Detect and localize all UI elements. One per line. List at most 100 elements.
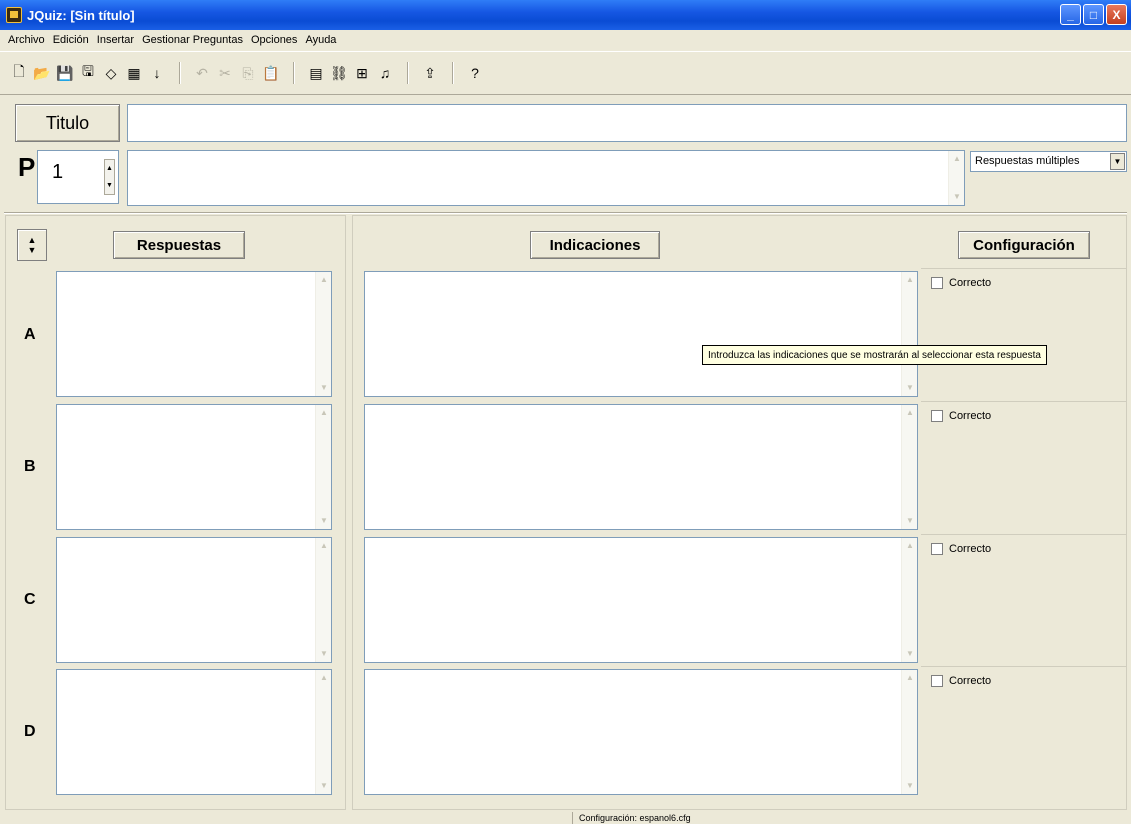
answer-field-a[interactable]: ▲ ▼ xyxy=(56,271,332,397)
menu-bar: Archivo Edición Insertar Gestionar Pregu… xyxy=(0,30,1131,50)
scroll-down-icon[interactable]: ▼ xyxy=(318,515,330,527)
jquiz-app-icon[interactable] xyxy=(6,7,22,23)
answer-scrollbar-d[interactable]: ▲ ▼ xyxy=(315,670,331,794)
new-file-icon[interactable]: 🗋 xyxy=(8,62,30,84)
eraser-icon[interactable]: ◇ xyxy=(100,62,122,84)
menu-edicion[interactable]: Edición xyxy=(49,34,93,46)
feedback-scrollbar-b[interactable]: ▲ ▼ xyxy=(901,405,917,529)
titulo-button[interactable]: Titulo xyxy=(15,104,120,142)
correct-label-d: Correcto xyxy=(949,675,992,687)
scroll-up-icon[interactable]: ▲ xyxy=(904,672,916,684)
cut-icon: ✂ xyxy=(219,64,231,81)
correct-checkbox-c[interactable]: Correcto xyxy=(931,543,991,555)
answer-field-b[interactable]: ▲ ▼ xyxy=(56,404,332,530)
checkbox-icon[interactable] xyxy=(931,675,943,687)
menu-insertar[interactable]: Insertar xyxy=(93,34,138,46)
scroll-down-icon[interactable]: ▼ xyxy=(318,780,330,792)
correct-checkbox-b[interactable]: Correcto xyxy=(931,410,991,422)
feedback-scrollbar-d[interactable]: ▲ ▼ xyxy=(901,670,917,794)
feedback-field-c[interactable]: ▲ ▼ xyxy=(364,537,918,663)
settings-cell-a: Correcto xyxy=(921,268,1127,400)
spin-down-icon[interactable]: ▼ xyxy=(106,182,113,189)
scroll-up-icon[interactable]: ▲ xyxy=(904,540,916,552)
paste-icon: 📋 xyxy=(262,64,280,81)
answer-letter-d: D xyxy=(24,723,36,740)
status-bar: Configuración: espanol6.cfg xyxy=(0,812,1131,824)
scroll-up-icon[interactable]: ▲ xyxy=(318,672,330,684)
copy-icon: ⎘ xyxy=(242,64,254,81)
down-arrow-icon[interactable]: ↓ xyxy=(146,62,168,84)
insert-media-icon[interactable]: ♫ xyxy=(374,62,396,84)
save-as-icon[interactable]: 🖫 xyxy=(77,62,99,84)
feedback-scrollbar-a[interactable]: ▲ ▼ xyxy=(901,272,917,396)
reorder-button[interactable]: ▲ ▼ xyxy=(17,229,47,261)
export-icon[interactable]: ⇪ xyxy=(419,62,441,84)
settings-cell-d: Correcto xyxy=(921,666,1127,798)
spin-up-icon[interactable]: ▲ xyxy=(106,165,113,172)
correct-label-b: Correcto xyxy=(949,410,992,422)
feedback-field-a[interactable]: ▲ ▼ xyxy=(364,271,918,397)
title-bar[interactable]: JQuiz: [Sin título] _ □ X xyxy=(0,0,1131,30)
insert-picture-icon[interactable]: ▤ xyxy=(305,62,327,84)
scroll-down-icon[interactable]: ▼ xyxy=(904,515,916,527)
feedback-header-button[interactable]: Indicaciones xyxy=(530,231,660,259)
scroll-up-icon[interactable]: ▲ xyxy=(318,274,330,286)
question-number-spinner[interactable]: 1 ▲ ▼ xyxy=(37,150,119,204)
menu-gestionar-preguntas[interactable]: Gestionar Preguntas xyxy=(138,34,247,46)
title-input[interactable] xyxy=(127,104,1127,142)
question-text-area[interactable]: ▲ ▼ xyxy=(127,150,965,206)
maximize-button[interactable]: □ xyxy=(1083,4,1104,25)
question-number: 1 xyxy=(52,161,64,183)
checkbox-icon[interactable] xyxy=(931,543,943,555)
answers-header-button[interactable]: Respuestas xyxy=(113,231,245,259)
scroll-down-icon[interactable]: ▼ xyxy=(318,648,330,660)
menu-opciones[interactable]: Opciones xyxy=(247,34,301,46)
checkbox-icon[interactable] xyxy=(931,410,943,422)
scroll-down-icon[interactable]: ▼ xyxy=(904,648,916,660)
help-icon[interactable]: ? xyxy=(464,62,486,84)
question-label: P xyxy=(18,152,36,182)
settings-header-button[interactable]: Configuración xyxy=(958,231,1090,259)
feedback-field-d[interactable]: ▲ ▼ xyxy=(364,669,918,795)
menu-ayuda[interactable]: Ayuda xyxy=(301,34,340,46)
undo-icon: ↶ xyxy=(196,64,208,81)
correct-checkbox-a[interactable]: Correcto xyxy=(931,277,991,289)
spinner-buttons[interactable]: ▲ ▼ xyxy=(104,159,115,195)
open-folder-icon[interactable]: 📂 xyxy=(31,62,53,84)
scroll-up-icon[interactable]: ▲ xyxy=(951,153,963,165)
scroll-up-icon[interactable]: ▲ xyxy=(318,540,330,552)
correct-checkbox-d[interactable]: Correcto xyxy=(931,675,991,687)
close-button[interactable]: X xyxy=(1106,4,1127,25)
answer-letter-b: B xyxy=(24,458,36,475)
insert-table-icon[interactable]: ⊞ xyxy=(351,62,373,84)
dropdown-arrow-icon[interactable]: ▼ xyxy=(1110,153,1125,170)
answer-field-c[interactable]: ▲ ▼ xyxy=(56,537,332,663)
toolbar: 🗋 📂 💾 🖫 ◇ ▦ ↓ ↶ ✂ ⎘ 📋 ▤ ⛓ ⊞ ♫ ⇪? xyxy=(0,51,1131,95)
question-type-select[interactable]: Respuestas múltiples ▼ xyxy=(970,151,1127,172)
scroll-down-icon[interactable]: ▼ xyxy=(904,780,916,792)
scroll-down-icon[interactable]: ▼ xyxy=(951,191,963,203)
scroll-up-icon[interactable]: ▲ xyxy=(904,274,916,286)
section-divider xyxy=(4,212,1127,214)
settings-cell-c: Correcto xyxy=(921,534,1127,666)
answer-field-d[interactable]: ▲ ▼ xyxy=(56,669,332,795)
answer-scrollbar-b[interactable]: ▲ ▼ xyxy=(315,405,331,529)
answer-letter-c: C xyxy=(24,591,36,608)
toolbar-separator xyxy=(407,62,409,84)
menu-archivo[interactable]: Archivo xyxy=(4,34,49,46)
insert-link-icon[interactable]: ⛓ xyxy=(328,62,350,84)
question-scrollbar[interactable]: ▲ ▼ xyxy=(948,151,964,205)
save-icon[interactable]: 💾 xyxy=(54,62,76,84)
feedback-field-b[interactable]: ▲ ▼ xyxy=(364,404,918,530)
checkbox-icon[interactable] xyxy=(931,277,943,289)
answer-scrollbar-c[interactable]: ▲ ▼ xyxy=(315,538,331,662)
scroll-down-icon[interactable]: ▼ xyxy=(904,382,916,394)
answer-letter-a: A xyxy=(24,326,36,343)
answer-scrollbar-a[interactable]: ▲ ▼ xyxy=(315,272,331,396)
minimize-button[interactable]: _ xyxy=(1060,4,1081,25)
web-page-icon[interactable]: ▦ xyxy=(123,62,145,84)
scroll-down-icon[interactable]: ▼ xyxy=(318,382,330,394)
feedback-scrollbar-c[interactable]: ▲ ▼ xyxy=(901,538,917,662)
scroll-up-icon[interactable]: ▲ xyxy=(318,407,330,419)
scroll-up-icon[interactable]: ▲ xyxy=(904,407,916,419)
